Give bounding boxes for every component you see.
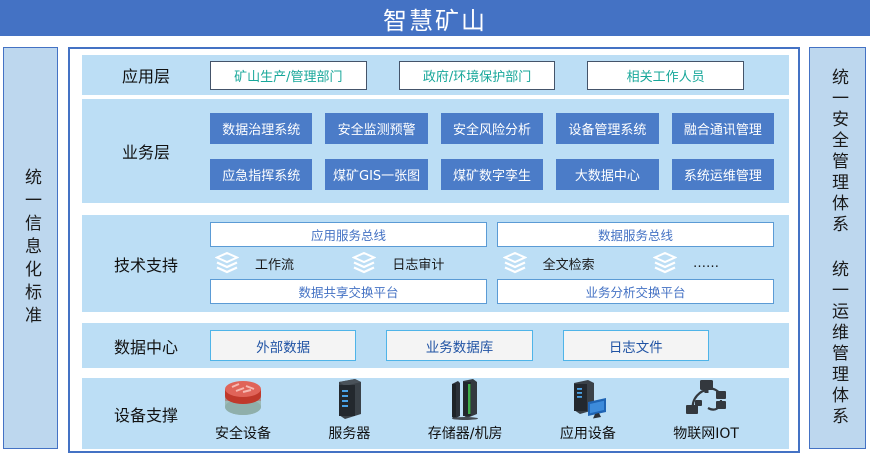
biz-box-gis-one-map: 煤矿GIS一张图: [325, 159, 427, 190]
business-row-1: 数据治理系统 安全监测预警 安全风险分析 设备管理系统 融合通讯管理: [210, 113, 774, 144]
data-box-external-data: 外部数据: [210, 330, 356, 361]
device-iot: 物联网IOT: [673, 378, 739, 443]
layer-application-label: 应用层: [82, 63, 210, 87]
device-storage-label: 存储器/机房: [428, 423, 503, 443]
app-box-mine-production: 矿山生产/管理部门: [210, 61, 367, 90]
page-title: 智慧矿山: [383, 1, 487, 36]
biz-box-data-governance: 数据治理系统: [210, 113, 312, 144]
biz-box-digital-twin: 煤矿数字孪生: [441, 159, 543, 190]
device-application: 应用设备: [560, 378, 616, 443]
service-bus-row: 应用服务总线 数据服务总线: [210, 222, 774, 247]
middleware-workflow-label: 工作流: [255, 254, 294, 273]
server-icon: [331, 378, 367, 420]
device-application-label: 应用设备: [560, 423, 616, 443]
device-iot-label: 物联网IOT: [673, 423, 739, 443]
left-pillar-label: 统一信息化标准: [22, 168, 39, 329]
data-box-log-files: 日志文件: [563, 330, 709, 361]
layers-icon: [352, 252, 376, 274]
business-row-2: 应急指挥系统 煤矿GIS一张图 煤矿数字孪生 大数据中心 系统运维管理: [210, 159, 774, 190]
layer-data-center-content: 外部数据 业务数据库 日志文件: [210, 330, 789, 361]
biz-box-big-data-center: 大数据中心: [556, 159, 658, 190]
right-pillar-label-security: 统一安全管理体系: [829, 68, 846, 236]
biz-box-comm-mgmt: 融合通讯管理: [672, 113, 774, 144]
layer-business-label: 业务层: [82, 139, 210, 163]
device-server-label: 服务器: [328, 423, 370, 443]
platform-box-business-analysis: 业务分析交换平台: [497, 279, 774, 304]
layer-data-center: 数据中心 外部数据 业务数据库 日志文件: [82, 323, 789, 368]
middleware-fulltext-search-label: 全文检索: [543, 254, 595, 273]
layer-device-support: 设备支撑 安全设备: [82, 378, 789, 449]
layer-application: 应用层 矿山生产/管理部门 政府/环境保护部门 相关工作人员: [82, 55, 789, 95]
middleware-log-audit-label: 日志审计: [392, 254, 444, 273]
layer-device-support-content: 安全设备 服务器: [210, 378, 789, 449]
title-banner: 智慧矿山: [0, 0, 870, 36]
storage-rack-icon: [448, 378, 482, 420]
layer-business: 业务层 数据治理系统 安全监测预警 安全风险分析 设备管理系统 融合通讯管理 应…: [82, 99, 789, 203]
layers-icon: [653, 252, 677, 274]
right-pillar-label-ops: 统一运维管理体系: [829, 260, 846, 428]
layers-icon: [503, 252, 527, 274]
security-device-icon: [220, 378, 266, 420]
smart-mine-architecture-diagram: 智慧矿山 统一信息化标准 统一安全管理体系 统一运维管理体系 应用层 矿山生产/…: [0, 0, 870, 457]
layer-tech-support: 技术支持 应用服务总线 数据服务总线 工作流: [82, 215, 789, 312]
data-box-business-database: 业务数据库: [386, 330, 532, 361]
bus-box-data: 数据服务总线: [497, 222, 774, 247]
biz-box-safety-monitoring: 安全监测预警: [325, 113, 427, 144]
device-storage: 存储器/机房: [428, 378, 503, 443]
right-pillar-security-ops: 统一安全管理体系 统一运维管理体系: [809, 47, 866, 449]
platform-box-data-sharing: 数据共享交换平台: [210, 279, 487, 304]
layer-tech-support-label: 技术支持: [82, 252, 210, 276]
middleware-log-audit: 日志审计: [352, 252, 444, 274]
biz-box-system-ops: 系统运维管理: [672, 159, 774, 190]
platform-row: 数据共享交换平台 业务分析交换平台: [210, 279, 774, 304]
biz-box-risk-analysis: 安全风险分析: [441, 113, 543, 144]
layer-data-center-label: 数据中心: [82, 334, 210, 358]
bus-box-application: 应用服务总线: [210, 222, 487, 247]
device-security-label: 安全设备: [215, 423, 271, 443]
app-box-government-env: 政府/环境保护部门: [399, 61, 556, 90]
biz-box-emergency-command: 应急指挥系统: [210, 159, 312, 190]
layer-business-content: 数据治理系统 安全监测预警 安全风险分析 设备管理系统 融合通讯管理 应急指挥系…: [210, 113, 789, 190]
biz-box-equipment-mgmt: 设备管理系统: [556, 113, 658, 144]
middleware-workflow: 工作流: [215, 252, 294, 274]
middleware-more: ……: [653, 252, 719, 274]
middleware-fulltext-search: 全文检索: [503, 252, 595, 274]
architecture-frame: 应用层 矿山生产/管理部门 政府/环境保护部门 相关工作人员 业务层 数据治理系…: [68, 47, 800, 453]
app-device-icon: [568, 378, 608, 420]
layers-icon: [215, 252, 239, 274]
layer-device-support-label: 设备支撑: [82, 402, 210, 426]
layer-tech-support-content: 应用服务总线 数据服务总线 工作流: [210, 215, 789, 312]
layer-application-content: 矿山生产/管理部门 政府/环境保护部门 相关工作人员: [210, 61, 789, 90]
middleware-more-label: ……: [693, 256, 719, 271]
left-pillar-unified-info-standard: 统一信息化标准: [3, 47, 58, 449]
middleware-row: 工作流 日志审计: [210, 252, 774, 274]
device-server: 服务器: [328, 378, 370, 443]
iot-network-icon: [683, 378, 729, 420]
app-box-related-staff: 相关工作人员: [587, 61, 744, 90]
device-security: 安全设备: [215, 378, 271, 443]
